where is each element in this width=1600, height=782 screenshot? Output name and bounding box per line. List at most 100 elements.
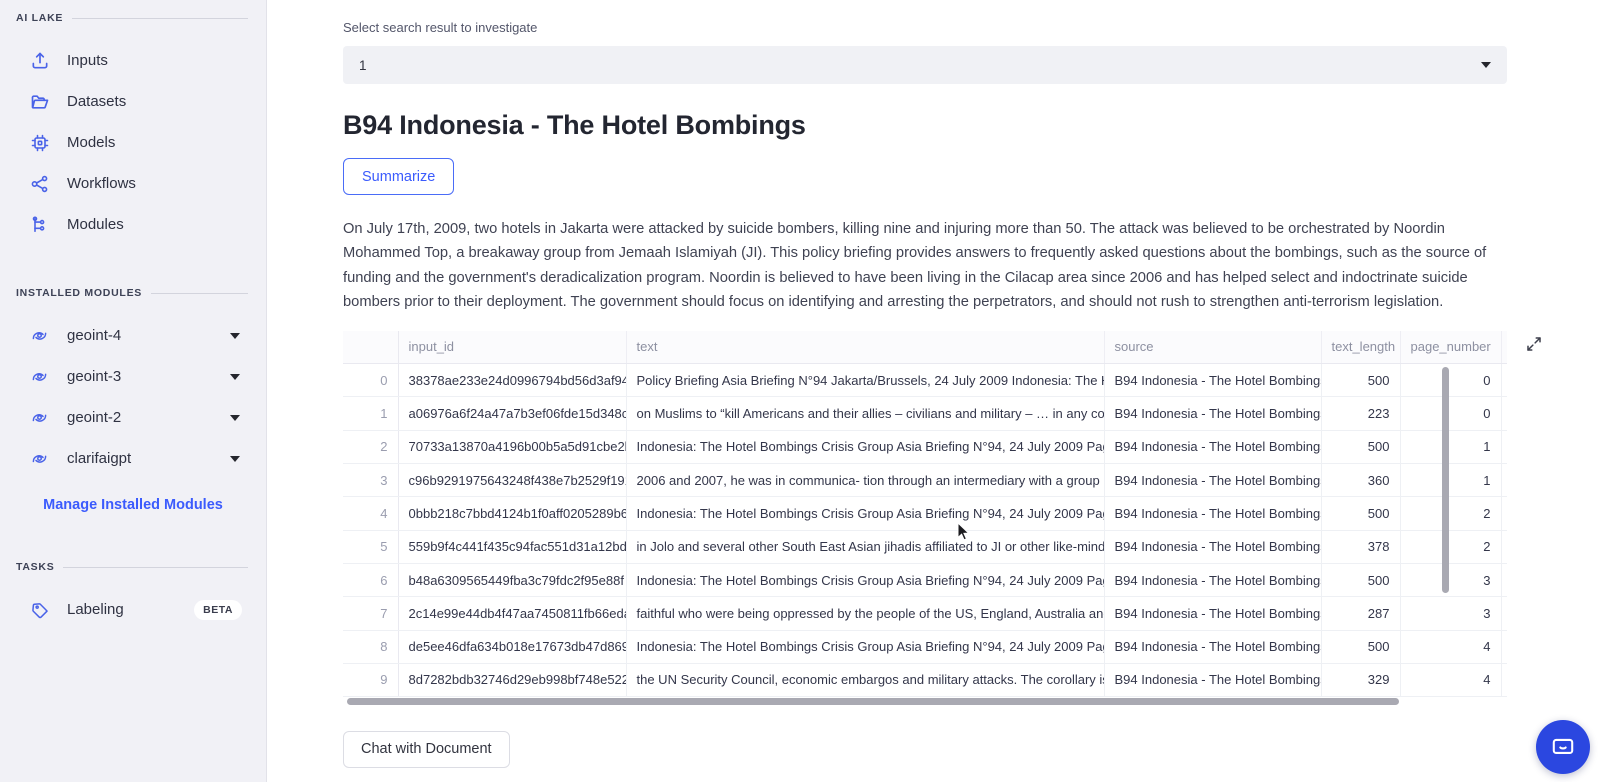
column-header-text-length[interactable]: text_length	[1321, 330, 1401, 365]
cell-page-number: 1	[1400, 463, 1502, 498]
module-icon	[29, 448, 50, 469]
sidebar-section-installed-modules: INSTALLED MODULES	[0, 285, 266, 301]
manage-installed-modules-link[interactable]: Manage Installed Modules	[0, 491, 266, 519]
results-table-wrapper: input_id text source text_length page_nu…	[343, 330, 1541, 709]
table-vertical-scrollbar[interactable]	[1442, 366, 1449, 593]
cell-text: Policy Briefing Asia Briefing N°94 Jakar…	[626, 363, 1105, 398]
sidebar-item-geoint-4[interactable]: geoint-4	[0, 315, 266, 356]
table-row[interactable]: 3 c96b9291975643248f438e7b2529f191 2006 …	[343, 463, 1507, 498]
cell-page-number: 4	[1400, 630, 1502, 664]
cell-source: B94 Indonesia - The Hotel Bombings	[1104, 363, 1322, 398]
table-row[interactable]: 5 559b9f4c441f435c94fac551d31a12bd in Jo…	[343, 530, 1507, 564]
chevron-down-icon[interactable]	[230, 373, 240, 380]
cell-text-length: 500	[1321, 563, 1401, 598]
cell-text-length: 500	[1321, 363, 1401, 398]
column-header-truncated[interactable]: p	[1501, 330, 1507, 365]
cell-input-id: 2c14e99e44db4f47aa7450811fb66eda	[398, 596, 627, 631]
sidebar-item-models[interactable]: Models	[0, 122, 266, 163]
content-container: Select search result to investigate 1 B9…	[267, 20, 1600, 768]
chat-with-document-button[interactable]: Chat with Document	[343, 730, 510, 768]
cell-input-id: 0bbb218c7bbd4124b1f0aff0205289b6	[398, 496, 627, 531]
table-row[interactable]: 2 70733a13870a4196b00b5a5d91cbe2b7 Indon…	[343, 430, 1507, 465]
sidebar-item-workflows[interactable]: Workflows	[0, 163, 266, 204]
cell-input-id: de5ee46dfa634b018e17673db47d869c	[398, 630, 627, 664]
cell-text: Indonesia: The Hotel Bombings Crisis Gro…	[626, 630, 1105, 664]
sidebar-item-geoint-3[interactable]: geoint-3	[0, 356, 266, 397]
sidebar-section-tasks: TASKS	[0, 559, 266, 575]
table-header: input_id text source text_length page_nu…	[343, 330, 1507, 365]
cell-input-id: 38378ae233e24d0996794bd56d3af943	[398, 363, 627, 398]
sidebar-section-ai-lake: AI LAKE	[0, 10, 266, 26]
table-row[interactable]: 8 de5ee46dfa634b018e17673db47d869c Indon…	[343, 630, 1507, 664]
module-icon	[29, 325, 50, 346]
section-divider	[72, 17, 248, 19]
main-content: Select search result to investigate 1 B9…	[267, 0, 1600, 782]
sidebar-item-label: Models	[67, 134, 116, 151]
table-header-row: input_id text source text_length page_nu…	[343, 330, 1507, 365]
table-row[interactable]: 4 0bbb218c7bbd4124b1f0aff0205289b6 Indon…	[343, 496, 1507, 531]
chip-icon	[29, 132, 50, 153]
cell-page-number: 2	[1400, 530, 1502, 564]
cell-truncated	[1501, 363, 1507, 398]
results-table-scroller[interactable]: input_id text source text_length page_nu…	[343, 330, 1507, 699]
search-result-select[interactable]: 1	[343, 46, 1507, 84]
sidebar-item-geoint-2[interactable]: geoint-2	[0, 397, 266, 438]
cell-index: 6	[343, 563, 399, 598]
sidebar-item-datasets[interactable]: Datasets	[0, 81, 266, 122]
chevron-down-icon[interactable]	[1481, 62, 1491, 68]
table-row[interactable]: 9 8d7282bdb32746d29eb998bf748e522d the U…	[343, 663, 1507, 698]
cell-page-number: 0	[1400, 396, 1502, 431]
cell-source: B94 Indonesia - The Hotel Bombings	[1104, 663, 1322, 698]
cell-index: 5	[343, 530, 399, 564]
sidebar-item-labeling[interactable]: Labeling BETA	[0, 589, 266, 630]
cell-source: B94 Indonesia - The Hotel Bombings	[1104, 396, 1322, 431]
cell-text: the UN Security Council, economic embarg…	[626, 663, 1105, 698]
cell-input-id: a06976a6f24a47a7b3ef06fde15d348c	[398, 396, 627, 431]
summarize-button[interactable]: Summarize	[343, 158, 455, 195]
cell-page-number: 2	[1400, 496, 1502, 531]
column-header-text[interactable]: text	[626, 330, 1105, 365]
cell-truncated	[1501, 663, 1507, 698]
table-row[interactable]: 0 38378ae233e24d0996794bd56d3af943 Polic…	[343, 363, 1507, 398]
cell-truncated	[1501, 396, 1507, 431]
sidebar-item-label: clarifaigpt	[67, 450, 132, 467]
cell-text-length: 500	[1321, 630, 1401, 664]
sidebar-item-clarifaigpt[interactable]: clarifaigpt	[0, 438, 266, 479]
column-header-page-number[interactable]: page_number	[1400, 330, 1502, 365]
sidebar-item-label: Datasets	[67, 93, 127, 110]
sidebar-item-label: Labeling	[67, 601, 124, 618]
sidebar-item-label: geoint-2	[67, 409, 122, 426]
cell-source: B94 Indonesia - The Hotel Bombings	[1104, 530, 1322, 564]
cell-text-length: 360	[1321, 463, 1401, 498]
table-row[interactable]: 7 2c14e99e44db4f47aa7450811fb66eda faith…	[343, 596, 1507, 631]
cell-input-id: b48a6309565449fba3c79fdc2f95e88f	[398, 563, 627, 598]
cell-page-number: 1	[1400, 430, 1502, 465]
sidebar-item-inputs[interactable]: Inputs	[0, 40, 266, 81]
section-divider	[151, 292, 248, 294]
expand-fullscreen-icon[interactable]	[1525, 335, 1543, 353]
cell-index: 4	[343, 496, 399, 531]
table-horizontal-scrollbar[interactable]	[347, 697, 1399, 705]
cell-truncated	[1501, 530, 1507, 564]
table-row[interactable]: 6 b48a6309565449fba3c79fdc2f95e88f Indon…	[343, 563, 1507, 598]
column-header-source[interactable]: source	[1104, 330, 1322, 365]
sidebar-item-label: Workflows	[67, 175, 136, 192]
module-icon	[29, 366, 50, 387]
cell-text: Indonesia: The Hotel Bombings Crisis Gro…	[626, 430, 1105, 465]
chevron-down-icon[interactable]	[230, 332, 240, 339]
cell-truncated	[1501, 563, 1507, 598]
sidebar-section-label: TASKS	[16, 561, 55, 573]
sidebar-item-modules[interactable]: Modules	[0, 204, 266, 245]
column-header-input-id[interactable]: input_id	[398, 330, 627, 365]
chat-widget-button[interactable]	[1536, 720, 1590, 774]
chevron-down-icon[interactable]	[230, 455, 240, 462]
table-row[interactable]: 1 a06976a6f24a47a7b3ef06fde15d348c on Mu…	[343, 396, 1507, 431]
cell-source: B94 Indonesia - The Hotel Bombings	[1104, 496, 1322, 531]
column-header-index[interactable]	[343, 330, 399, 365]
cell-truncated	[1501, 630, 1507, 664]
cell-text-length: 329	[1321, 663, 1401, 698]
chevron-down-icon[interactable]	[230, 414, 240, 421]
